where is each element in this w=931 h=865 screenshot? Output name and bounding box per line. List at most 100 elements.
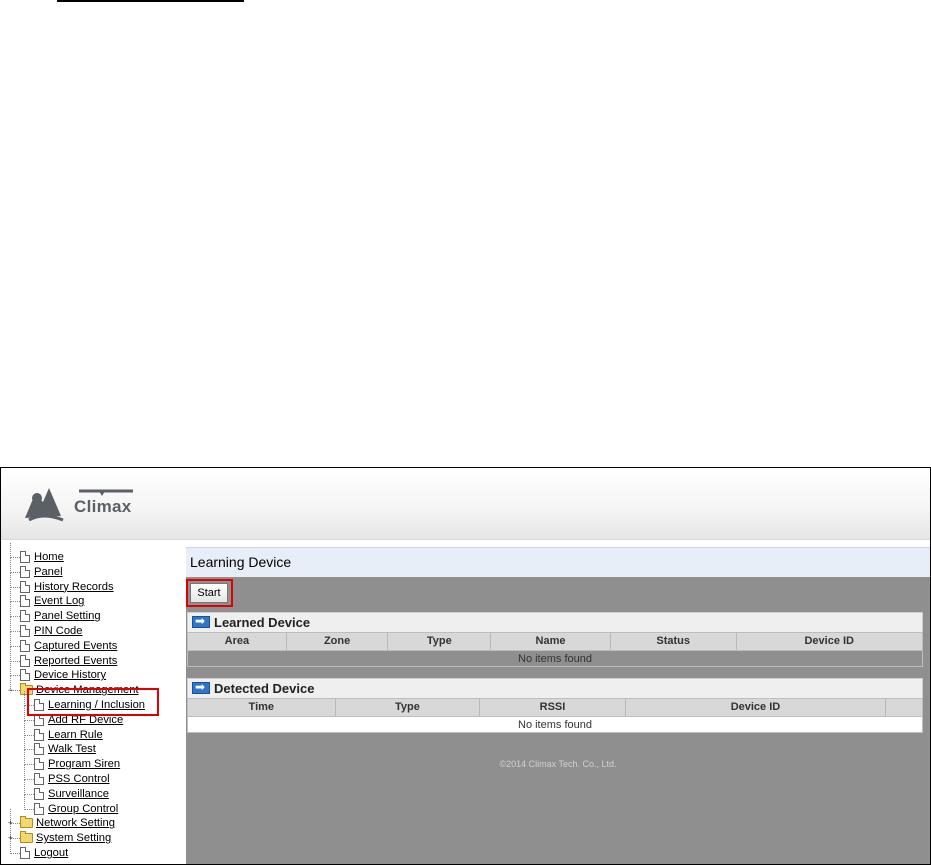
logo-text: Climax — [74, 497, 132, 516]
document-icon — [34, 787, 44, 800]
document-icon — [20, 669, 30, 682]
header: Climax — [1, 468, 930, 540]
learned-device-columns: Area Zone Type Name Status Device ID — [187, 632, 923, 651]
tree-line — [24, 720, 25, 736]
tree-line — [10, 661, 11, 677]
sidebar-item-label[interactable]: Program Siren — [48, 757, 120, 772]
column-header[interactable]: Time — [188, 699, 336, 716]
sidebar-item-label[interactable]: Panel — [34, 565, 63, 580]
collapse-icon[interactable]: − — [7, 686, 14, 695]
sidebar-item-label[interactable]: PSS Control — [48, 772, 110, 787]
column-header[interactable]: Zone — [287, 633, 389, 650]
tree-connector — [24, 793, 34, 795]
sidebar: Home Panel History Records Event Log Panel S… — [1, 540, 185, 864]
tree-connector — [10, 616, 20, 618]
tree-line — [24, 764, 25, 780]
footer-copyright: ©2014 Climax Tech. Co., Ltd. — [499, 759, 617, 769]
tree-connector — [10, 601, 20, 603]
column-header — [886, 699, 922, 716]
sidebar-item-label[interactable]: History Records — [34, 580, 114, 595]
sidebar-item-label[interactable]: Walk Test — [48, 742, 96, 757]
document-icon — [34, 772, 44, 785]
document-icon — [34, 758, 44, 771]
tree-line — [10, 631, 11, 647]
folder-icon — [20, 816, 33, 829]
learned-device-panel: Learned Device Area Zone Type Name Statu… — [187, 612, 923, 667]
tree-connector — [24, 749, 34, 751]
tree-line — [24, 735, 25, 751]
tree-line — [24, 794, 25, 810]
learned-device-title: Learned Device — [214, 615, 311, 630]
tree-line — [24, 705, 25, 721]
document-icon — [20, 624, 30, 637]
sidebar-item-label[interactable]: Reported Events — [34, 654, 117, 669]
tree-line — [10, 543, 11, 558]
sidebar-item-label[interactable]: Surveillance — [48, 787, 109, 802]
sidebar-item-label[interactable]: Panel Setting — [34, 609, 101, 624]
top-rule — [57, 0, 244, 2]
tree-connector — [10, 557, 20, 558]
document-icon — [20, 551, 30, 563]
column-header[interactable]: Name — [491, 633, 611, 650]
sidebar-item-label[interactable]: Captured Events — [34, 639, 117, 654]
column-header[interactable]: Type — [388, 633, 492, 650]
detected-device-columns: Time Type RSSI Device ID — [187, 698, 923, 717]
sidebar-item-label[interactable]: Event Log — [34, 594, 84, 609]
highlight-learning-inclusion — [27, 688, 159, 716]
sidebar-item-label[interactable]: Learn Rule — [48, 728, 103, 743]
tree-connector — [10, 660, 20, 662]
page-title: Learning Device — [190, 554, 292, 570]
tree-line — [10, 616, 11, 632]
column-header[interactable]: Type — [336, 699, 481, 716]
sidebar-item-label[interactable]: Group Control — [48, 802, 118, 817]
document-icon — [20, 654, 30, 667]
document-icon — [34, 728, 44, 741]
tree-line — [24, 690, 25, 706]
sidebar-item-label[interactable]: PIN Code — [34, 624, 83, 639]
sidebar-item-label[interactable]: Network Setting — [36, 816, 115, 831]
tree-connector — [24, 719, 34, 721]
app-window: Climax Home Panel History Records Event Log… — [0, 467, 931, 865]
tree-connector — [10, 675, 20, 677]
detected-device-title: Detected Device — [214, 681, 315, 696]
tree-connector — [10, 586, 20, 588]
document-icon — [20, 610, 30, 623]
tree-line — [10, 572, 11, 588]
sidebar-item-label[interactable]: Home — [34, 550, 64, 565]
tree-connector — [10, 852, 20, 854]
document-icon — [20, 580, 30, 593]
sidebar-item-label[interactable]: System Setting — [36, 831, 111, 846]
tree-line — [10, 602, 11, 618]
document-icon — [34, 743, 44, 756]
tree-line — [10, 838, 11, 854]
detected-device-header: Detected Device — [187, 678, 923, 698]
tree-line — [10, 587, 11, 603]
column-header[interactable]: RSSI — [480, 699, 626, 716]
document-icon — [20, 565, 30, 578]
tree-line — [24, 779, 25, 795]
column-header[interactable]: Device ID — [626, 699, 887, 716]
detected-device-panel: Detected Device Time Type RSSI Device ID… — [187, 678, 923, 733]
column-header[interactable]: Device ID — [737, 633, 922, 650]
tree-line — [10, 557, 11, 573]
tree-connector — [24, 808, 34, 810]
document-icon — [34, 802, 44, 815]
column-header[interactable]: Area — [188, 633, 287, 650]
tree-line — [24, 750, 25, 766]
arrow-right-icon — [192, 614, 210, 628]
title-bar: Learning Device — [186, 547, 930, 577]
tree-connector — [10, 571, 20, 573]
folder-icon — [20, 831, 33, 844]
tree-connector — [24, 764, 34, 766]
column-header[interactable]: Status — [611, 633, 737, 650]
tree-line — [10, 646, 11, 662]
detected-empty-row: No items found — [187, 717, 923, 733]
tree-connector — [24, 734, 34, 736]
tree-connector — [10, 645, 20, 647]
sidebar-item-label[interactable]: Logout — [34, 846, 68, 861]
sidebar-item-label[interactable]: Device History — [34, 668, 106, 683]
highlight-start — [186, 579, 233, 607]
main-content: Learning Device Start Learned Device Are… — [186, 547, 930, 864]
learned-device-header: Learned Device — [187, 612, 923, 632]
document-icon — [20, 846, 30, 859]
